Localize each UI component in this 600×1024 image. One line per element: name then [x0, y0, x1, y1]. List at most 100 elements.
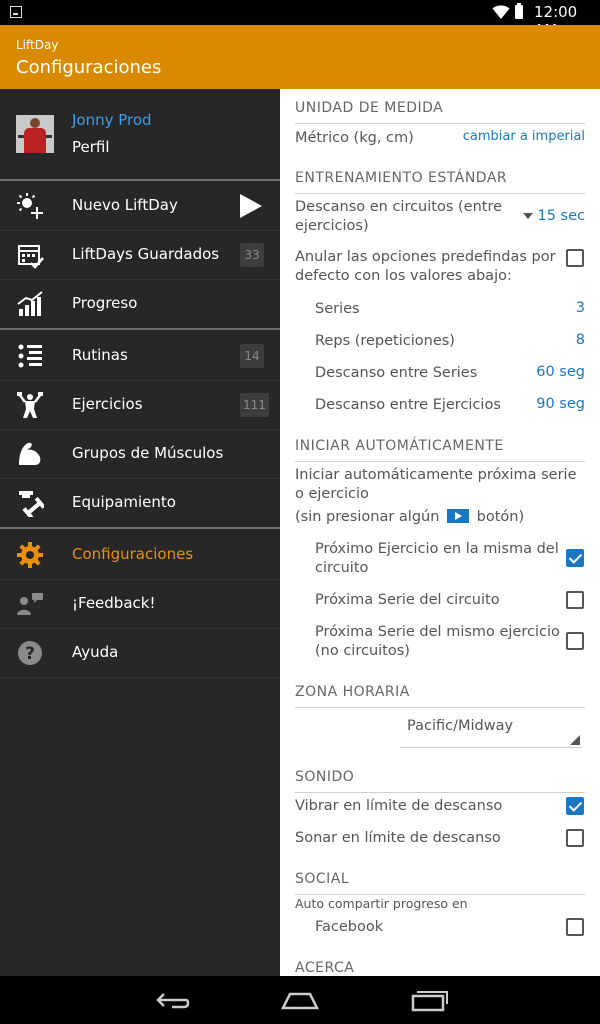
system-navigation-bar: [0, 976, 600, 1024]
profile-header[interactable]: Jonny Prod Perfil: [0, 89, 280, 180]
drawer-item-configuraciones[interactable]: Configuraciones: [0, 531, 280, 579]
dropdown-corner-icon: [570, 735, 580, 745]
play-icon[interactable]: [240, 194, 262, 218]
sun-plus-icon: [16, 192, 44, 220]
section-header-units: UNIDAD DE MEDIDA: [295, 100, 585, 124]
circuit-rest-label: Descanso en circuitos (entre ejercicios): [295, 199, 503, 234]
gear-icon: [16, 541, 44, 569]
drawer-item-equipamiento[interactable]: Equipamiento: [0, 479, 280, 527]
rest-exercises-label: Descanso entre Ejercicios: [315, 397, 501, 413]
drawer-item-label: Nuevo LiftDay: [72, 196, 178, 214]
back-icon[interactable]: [152, 986, 192, 1014]
vibrate-label: Vibrar en límite de descanso: [295, 798, 503, 814]
circuit-rest-value[interactable]: 15 sec: [537, 208, 585, 224]
drawer-item-liftdays-guardados[interactable]: LiftDays Guardados 33: [0, 231, 280, 279]
section-header-timezone: ZONA HORARIA: [295, 684, 585, 708]
units-label: Métrico (kg, cm): [295, 130, 414, 146]
switch-imperial-link[interactable]: cambiar a imperial: [463, 129, 585, 144]
timezone-value: Pacific/Midway: [407, 718, 514, 734]
drawer-item-label: Progreso: [72, 294, 138, 312]
section-header-social: SOCIAL: [295, 871, 585, 895]
section-header-about: ACERCA: [295, 960, 585, 976]
bar-chart-icon: [16, 290, 44, 318]
recent-apps-icon[interactable]: [408, 986, 448, 1014]
rest-exercises-value[interactable]: 90 seg: [536, 396, 585, 412]
count-badge: 111: [240, 393, 269, 417]
reps-label: Reps (repeticiones): [315, 333, 455, 349]
profile-subtitle: Perfil: [72, 138, 110, 156]
override-checkbox[interactable]: [566, 249, 584, 267]
vibrate-checkbox[interactable]: [566, 797, 584, 815]
screen: 12:00 AM LiftDay Configuraciones Jonny P…: [0, 0, 600, 1024]
drawer-item-label: LiftDays Guardados: [72, 245, 220, 263]
autostart-option-next-exercise: Próximo Ejercicio en la misma del circui…: [315, 541, 559, 576]
drawer-item-label: Configuraciones: [72, 545, 194, 563]
drawer-item-label: Ejercicios: [72, 395, 143, 413]
status-bar: 12:00 AM: [0, 0, 600, 39]
question-circle-icon: ?: [16, 639, 44, 667]
sets-value[interactable]: 3: [576, 300, 585, 316]
count-badge: 33: [240, 243, 264, 267]
action-bar: LiftDay Configuraciones: [0, 25, 600, 89]
facebook-checkbox[interactable]: [566, 918, 584, 936]
drawer-item-label: Equipamiento: [72, 493, 176, 511]
drawer-item-feedback[interactable]: ¡Feedback!: [0, 580, 280, 628]
drawer-item-ejercicios[interactable]: Ejercicios 111: [0, 381, 280, 429]
svg-text:?: ?: [25, 644, 35, 664]
drawer-item-grupos-musculos[interactable]: Grupos de Músculos: [0, 430, 280, 478]
divider: [0, 527, 280, 529]
drawer-item-ayuda[interactable]: ? Ayuda: [0, 629, 280, 677]
dropdown-arrow-icon[interactable]: [523, 213, 533, 219]
flexed-arm-icon: [16, 440, 44, 468]
section-header-autostart: INICIAR AUTOMÁTICAMENTE: [295, 438, 585, 462]
list-exercise-icon: [16, 342, 44, 370]
autostart-option-next-set-same: Próxima Serie del mismo ejercicio (no ci…: [315, 624, 560, 659]
timezone-dropdown[interactable]: Pacific/Midway: [400, 710, 582, 748]
dumbbell-icon: [16, 489, 44, 517]
divider: [0, 677, 280, 678]
social-subtitle: Auto compartir progreso en: [295, 896, 468, 911]
people-chat-icon: [16, 590, 44, 618]
drawer-item-nuevo-liftday[interactable]: Nuevo LiftDay: [0, 182, 280, 230]
app-name: LiftDay: [16, 38, 59, 52]
calendar-check-icon: [16, 241, 44, 269]
profile-name: Jonny Prod: [72, 111, 152, 129]
override-label: Anular las opciones predefindas por defe…: [295, 249, 556, 284]
count-badge: 14: [240, 344, 264, 368]
section-header-training: ENTRENAMIENTO ESTÁNDAR: [295, 170, 585, 194]
ring-label: Sonar en límite de descanso: [295, 830, 501, 846]
battery-icon: [515, 3, 523, 19]
settings-panel: UNIDAD DE MEDIDA Métrico (kg, cm) cambia…: [280, 89, 600, 976]
wifi-icon: [492, 5, 510, 19]
next-exercise-checkbox[interactable]: [566, 549, 584, 567]
facebook-label: Facebook: [315, 919, 384, 935]
divider: [0, 328, 280, 330]
person-lifting-icon: [16, 391, 44, 419]
autostart-note-pre: (sin presionar algún: [295, 509, 440, 525]
sets-label: Series: [315, 301, 360, 317]
drawer-item-label: Rutinas: [72, 346, 128, 364]
page-title: Configuraciones: [16, 57, 162, 78]
next-set-same-checkbox[interactable]: [566, 632, 584, 650]
screenshot-notification-icon: [10, 6, 22, 18]
divider: [0, 179, 280, 181]
rest-sets-label: Descanso entre Series: [315, 365, 478, 381]
drawer-item-label: ¡Feedback!: [72, 594, 156, 612]
rest-sets-value[interactable]: 60 seg: [536, 364, 585, 380]
reps-value[interactable]: 8: [576, 332, 585, 348]
avatar: [16, 115, 54, 153]
autostart-note: (sin presionar algún botón): [295, 508, 524, 527]
play-button-icon: [447, 509, 470, 523]
next-set-circuit-checkbox[interactable]: [566, 591, 584, 609]
drawer-item-label: Grupos de Músculos: [72, 444, 224, 462]
ring-checkbox[interactable]: [566, 829, 584, 847]
autostart-note-post: botón): [476, 509, 525, 525]
drawer-item-rutinas[interactable]: Rutinas 14: [0, 332, 280, 380]
autostart-option-next-set-circuit: Próxima Serie del circuito: [315, 592, 500, 608]
navigation-drawer: Jonny Prod Perfil Nuevo LiftDay LiftDays…: [0, 89, 280, 976]
section-header-sound: SONIDO: [295, 769, 585, 793]
drawer-item-label: Ayuda: [72, 643, 119, 661]
home-icon[interactable]: [280, 986, 320, 1014]
drawer-item-progreso[interactable]: Progreso: [0, 280, 280, 328]
autostart-description: Iniciar automáticamente próxima serie o …: [295, 467, 577, 502]
